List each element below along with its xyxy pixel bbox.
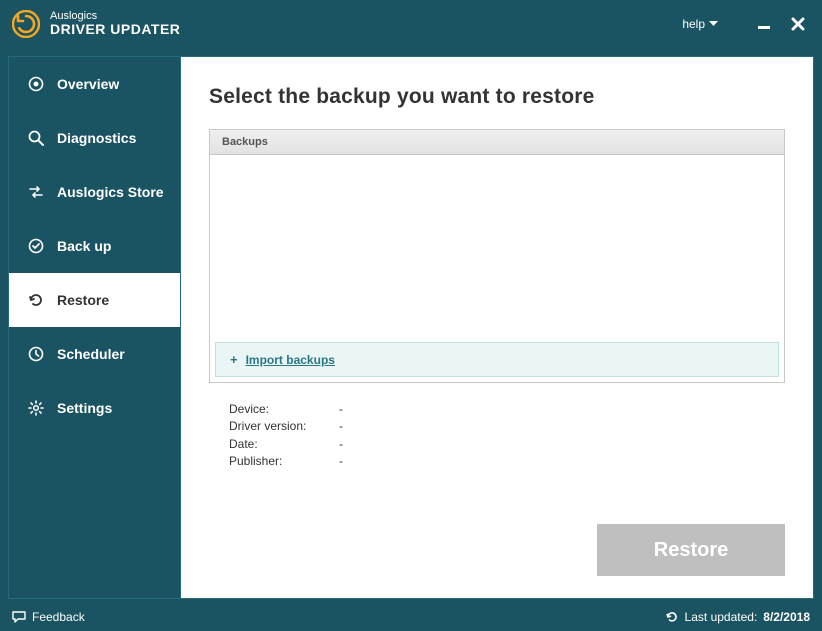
sidebar-item-label: Back up <box>57 238 111 254</box>
publisher-label: Publisher: <box>229 453 339 470</box>
import-backups-link[interactable]: Import backups <box>246 353 335 367</box>
sidebar-item-label: Scheduler <box>57 346 125 362</box>
restore-button[interactable]: Restore <box>597 524 785 576</box>
last-updated-label: Last updated: <box>685 610 758 624</box>
refresh-icon <box>665 610 679 624</box>
backups-list[interactable] <box>210 155 784 337</box>
last-updated-value: 8/2/2018 <box>763 610 810 624</box>
plus-icon: + <box>230 352 238 367</box>
body-area: Overview Diagnostics Auslogics Store Bac… <box>0 48 822 603</box>
sidebar-item-scheduler[interactable]: Scheduler <box>9 327 180 381</box>
sidebar-item-label: Restore <box>57 292 109 308</box>
app-title-line2: DRIVER UPDATER <box>50 22 180 37</box>
close-button[interactable] <box>786 12 810 36</box>
backups-panel-header: Backups <box>210 130 784 155</box>
statusbar: Feedback Last updated: 8/2/2018 <box>0 603 822 631</box>
date-value: - <box>339 436 343 453</box>
target-icon <box>27 75 45 93</box>
chevron-down-icon <box>709 21 718 27</box>
sidebar-item-store[interactable]: Auslogics Store <box>9 165 180 219</box>
content-pane: Select the backup you want to restore Ba… <box>180 56 814 599</box>
restore-icon <box>27 291 45 309</box>
backups-panel: Backups + Import backups <box>209 129 785 383</box>
chat-icon <box>12 610 26 624</box>
app-title: Auslogics DRIVER UPDATER <box>50 10 180 37</box>
sidebar-item-diagnostics[interactable]: Diagnostics <box>9 111 180 165</box>
device-value: - <box>339 401 343 418</box>
swap-icon <box>27 183 45 201</box>
driver-version-label: Driver version: <box>229 418 339 435</box>
sidebar-item-label: Settings <box>57 400 112 416</box>
publisher-value: - <box>339 453 343 470</box>
feedback-link[interactable]: Feedback <box>12 610 85 624</box>
last-updated: Last updated: 8/2/2018 <box>665 610 810 624</box>
sidebar-item-restore[interactable]: Restore <box>9 273 180 327</box>
titlebar: Auslogics DRIVER UPDATER help <box>0 0 822 48</box>
sidebar-item-overview[interactable]: Overview <box>9 57 180 111</box>
page-title: Select the backup you want to restore <box>209 85 785 109</box>
sidebar-item-label: Diagnostics <box>57 130 136 146</box>
import-backups-row[interactable]: + Import backups <box>215 342 779 377</box>
driver-version-value: - <box>339 418 343 435</box>
help-menu[interactable]: help <box>682 17 718 31</box>
sidebar-item-settings[interactable]: Settings <box>9 381 180 435</box>
feedback-label: Feedback <box>32 610 85 624</box>
check-circle-icon <box>27 237 45 255</box>
gear-icon <box>27 399 45 417</box>
app-logo-icon <box>12 10 40 38</box>
date-label: Date: <box>229 436 339 453</box>
sidebar: Overview Diagnostics Auslogics Store Bac… <box>8 56 180 599</box>
device-label: Device: <box>229 401 339 418</box>
minimize-button[interactable] <box>752 12 776 36</box>
clock-icon <box>27 345 45 363</box>
search-icon <box>27 129 45 147</box>
help-label: help <box>682 17 705 31</box>
backup-details: Device: - Driver version: - Date: - Publ… <box>209 401 785 471</box>
sidebar-item-backup[interactable]: Back up <box>9 219 180 273</box>
sidebar-item-label: Overview <box>57 76 119 92</box>
sidebar-item-label: Auslogics Store <box>57 184 164 200</box>
